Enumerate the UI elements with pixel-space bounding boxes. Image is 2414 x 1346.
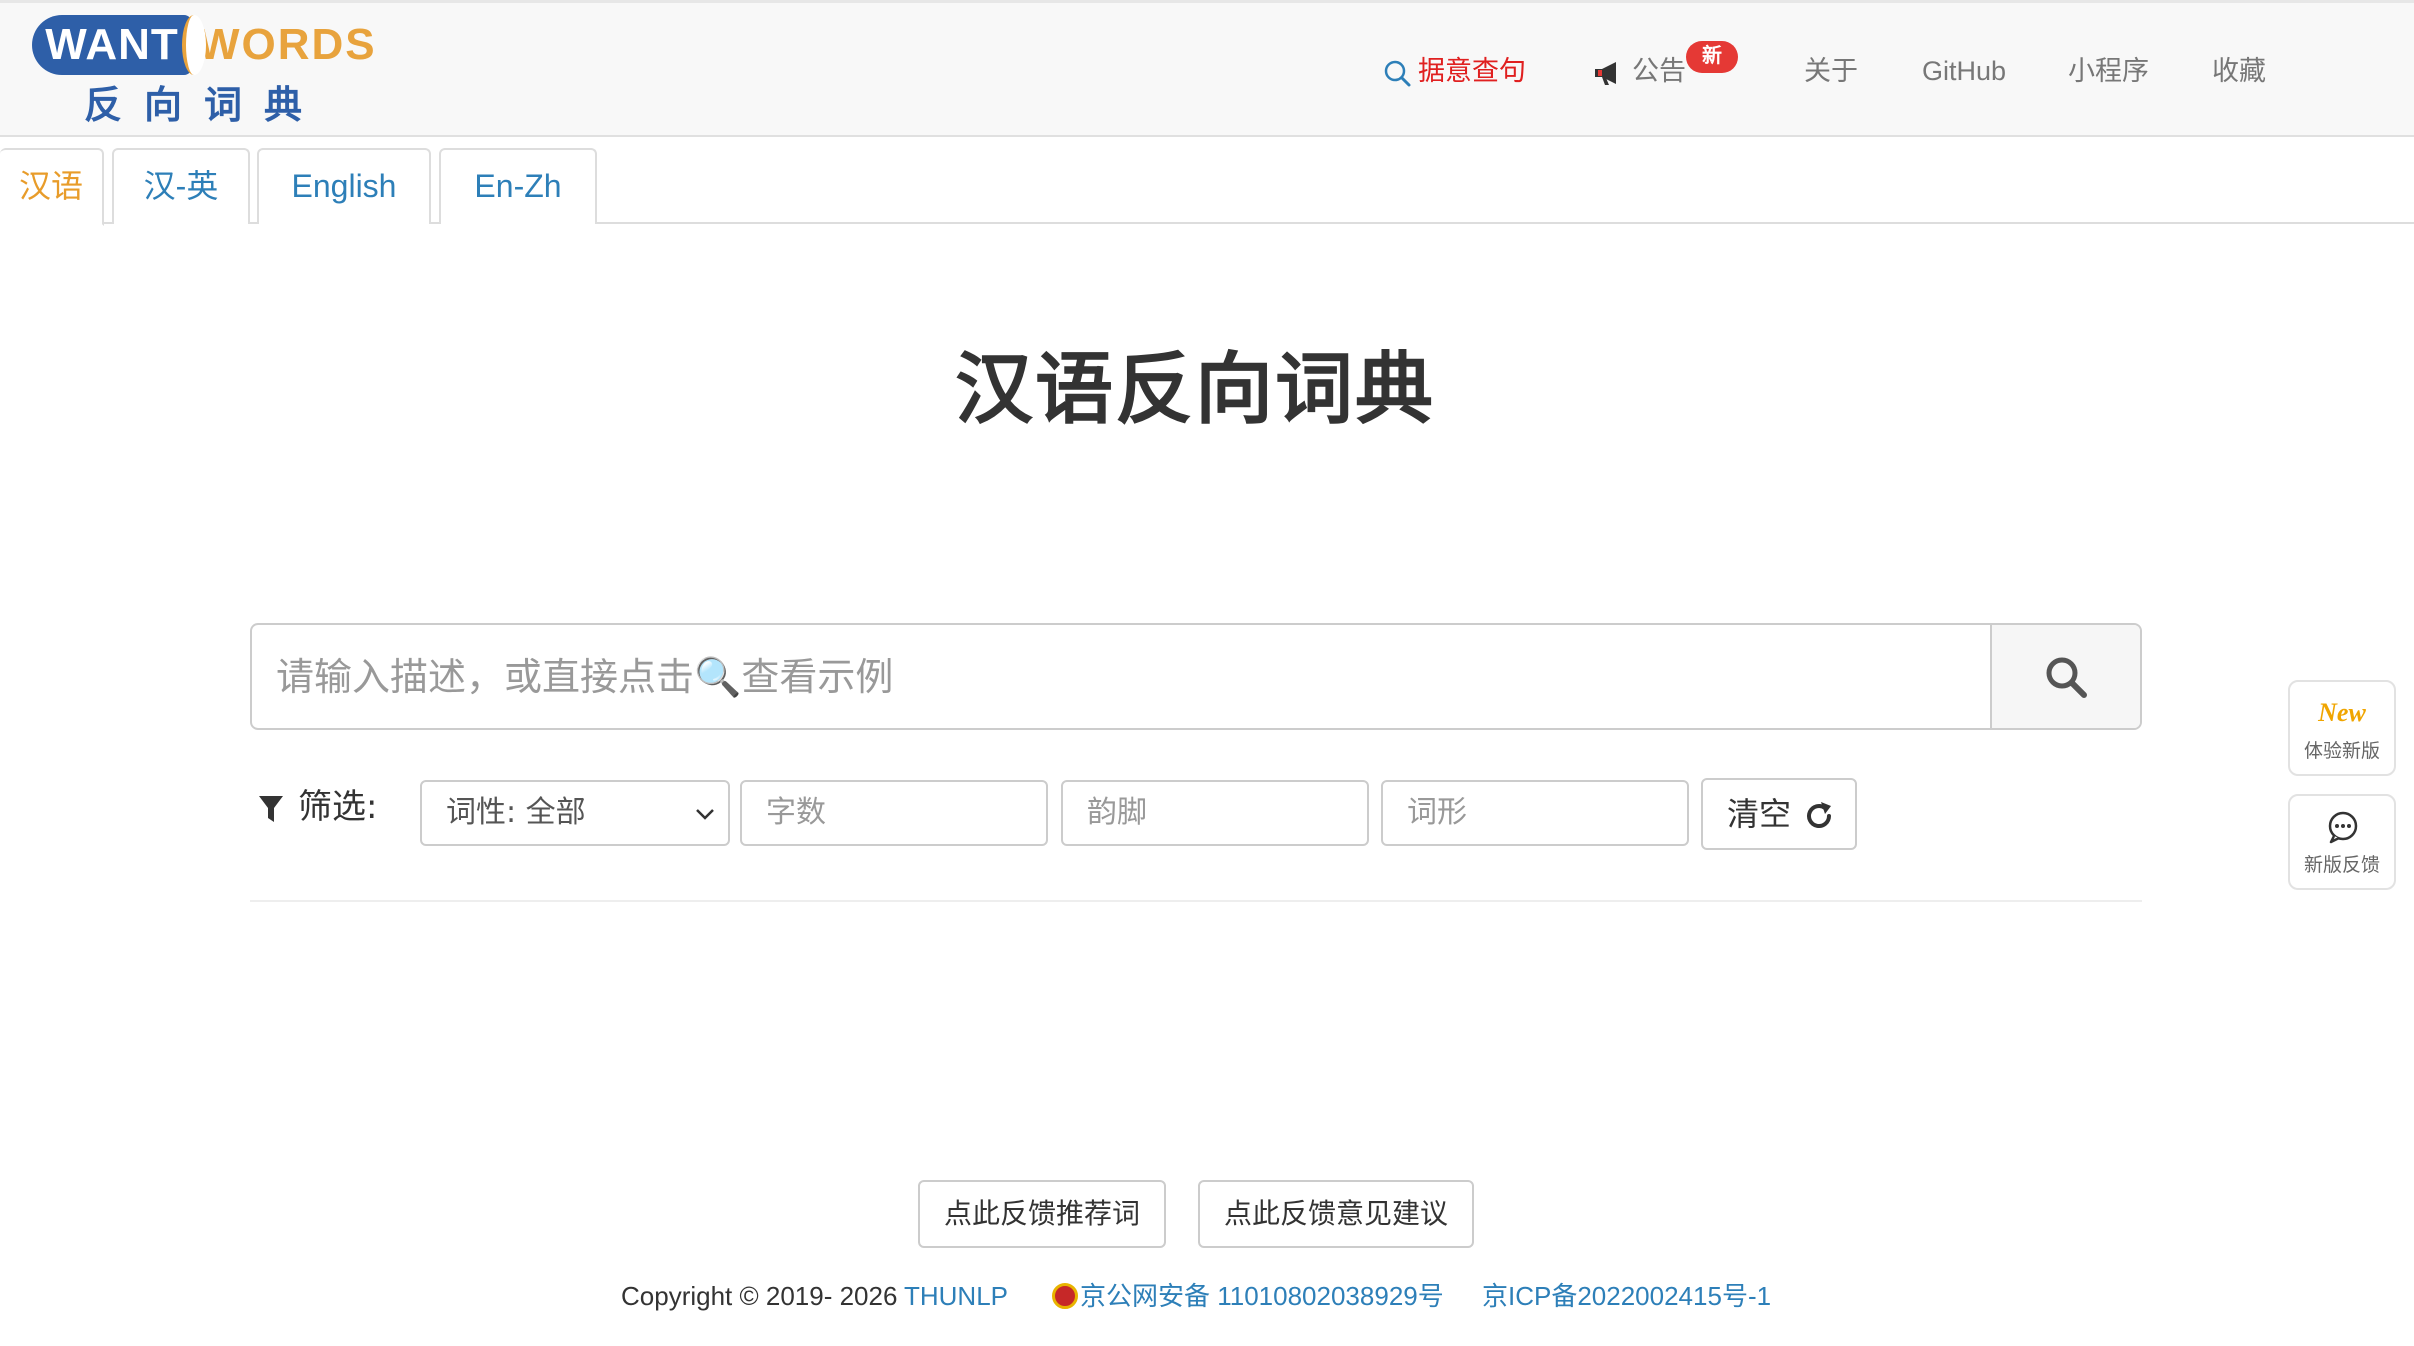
search-button[interactable] [1990, 625, 2140, 728]
language-tabs: 汉语 汉-英 English En-Zh [0, 146, 2414, 226]
police-record-link[interactable]: 京公网安备 11010802038929号 [1052, 1276, 1444, 1316]
nav-about[interactable]: 关于 [1804, 51, 1858, 91]
feedback-recommend-word-button[interactable]: 点此反馈推荐词 [918, 1180, 1166, 1248]
page-title: 汉语反向词典 [954, 345, 1435, 435]
clear-button[interactable]: 清空 [1701, 778, 1857, 850]
logo-cn-text: 反向词典 [84, 83, 325, 127]
new-version-mark: New [2318, 698, 2366, 727]
nav-notice-label: 公告 [1632, 56, 1686, 86]
nav-notice[interactable]: 公告 新 [1592, 41, 1738, 91]
part-of-speech-select[interactable]: 词性: 全部 [420, 780, 730, 846]
logo-want-text: WANT [32, 15, 192, 75]
nav-github[interactable]: GitHub [1922, 51, 2006, 91]
notice-new-badge: 新 [1686, 41, 1738, 73]
megaphone-icon [1595, 61, 1616, 85]
nav-search-sentence[interactable]: 据意查句 [1382, 51, 1526, 91]
wantwords-logo[interactable]: WANT WORDS 反向词典 [32, 15, 375, 130]
chevron-down-icon [696, 809, 714, 820]
thunlp-link[interactable]: THUNLP [904, 1276, 1008, 1316]
logo-words-text: WORDS [182, 15, 377, 75]
copyright-text: Copyright © 2019- 2026 [621, 1281, 898, 1311]
search-input[interactable] [252, 625, 1992, 728]
top-navbar: WANT WORDS 反向词典 据意查句 公告 新 关于 GitHub 小程序 … [0, 0, 2414, 137]
new-version-feedback-widget[interactable]: 新版反馈 [2288, 794, 2396, 890]
nav-mini-program[interactable]: 小程序 [2068, 51, 2149, 91]
part-of-speech-value: 词性: 全部 [446, 795, 586, 830]
filter-icon [259, 795, 283, 822]
nav-search-label: 据意查句 [1418, 56, 1526, 86]
tab-english-chinese[interactable]: En-Zh [439, 148, 597, 224]
filter-label-text: 筛选: [298, 787, 378, 827]
filter-row: 筛选: 词性: 全部 字数 韵脚 词形 清空 [258, 778, 2158, 850]
rhyme-input[interactable]: 韵脚 [1061, 780, 1369, 846]
search-icon [1384, 60, 1411, 87]
icp-record-link[interactable]: 京ICP备2022002415号-1 [1482, 1276, 1771, 1316]
new-version-feedback-label: 新版反馈 [2303, 854, 2380, 876]
content-divider [250, 900, 2142, 902]
chat-bubble-icon [2328, 811, 2358, 844]
feedback-suggestion-button[interactable]: 点此反馈意见建议 [1198, 1180, 1474, 1248]
nav-favorites[interactable]: 收藏 [2212, 51, 2266, 91]
footer: Copyright © 2019- 2026 THUNLP 京公网安备 1101… [0, 1276, 2414, 1316]
police-emblem-icon [1052, 1283, 1078, 1309]
search-icon [2046, 657, 2087, 698]
word-form-input[interactable]: 词形 [1381, 780, 1689, 846]
try-new-version-label: 体验新版 [2303, 740, 2380, 762]
tab-chinese-english[interactable]: 汉-英 [112, 148, 250, 224]
search-group [250, 623, 2142, 730]
police-record-text: 京公网安备 11010802038929号 [1080, 1281, 1444, 1311]
filter-label: 筛选: [258, 782, 377, 832]
tab-chinese[interactable]: 汉语 [0, 148, 104, 226]
tab-english[interactable]: English [257, 148, 431, 224]
char-count-input[interactable]: 字数 [740, 780, 1048, 846]
clear-button-label: 清空 [1727, 795, 1792, 833]
refresh-icon [1807, 802, 1831, 828]
try-new-version-widget[interactable]: New 体验新版 [2288, 680, 2396, 776]
